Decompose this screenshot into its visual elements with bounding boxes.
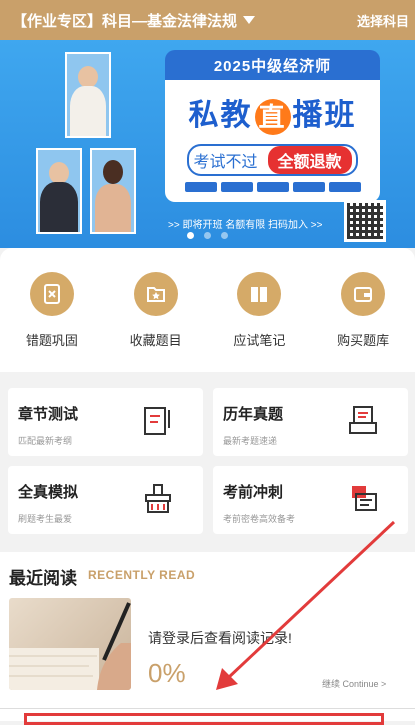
practice-cards: 章节测试 匹配最新考纲 历年真题 最新考题速递 全真模拟 刷题考生最爱 考前冲刺… (8, 388, 408, 534)
carousel-dot[interactable] (187, 232, 194, 239)
teacher-photo (90, 148, 136, 234)
promo-banner[interactable]: 2025中级经济师 私教直播班 考试不过 全额退款 >> 即将开班 名额有限 扫… (0, 40, 415, 248)
carousel-dot[interactable] (221, 232, 228, 239)
wrong-questions-icon (29, 272, 74, 316)
quick-action-buy[interactable]: 购买题库 (318, 272, 408, 349)
teacher-photo (36, 148, 82, 234)
select-subject-button[interactable]: 选择科目 (357, 11, 409, 30)
recent-reading-section: 最近阅读 RECENTLY READ 请登录后查看阅读记录! 0% 继续 Con… (0, 552, 415, 708)
quick-action-label: 购买题库 (337, 333, 390, 348)
promo-year-title: 2025中级经济师 (165, 50, 380, 80)
teacher-photo (65, 52, 111, 138)
mock-exam-icon (145, 484, 171, 513)
qr-code-icon (344, 200, 386, 242)
recent-title-en: RECENTLY READ (88, 568, 196, 582)
quick-action-label: 收藏题目 (129, 333, 182, 348)
refund-pill: 考试不过 全额退款 (187, 144, 358, 176)
card-chapter-test[interactable]: 章节测试 匹配最新考纲 (8, 388, 203, 456)
card-subtitle: 刷题考生最爱 (18, 514, 73, 524)
quick-action-label: 应试笔记 (233, 333, 286, 348)
card-title: 全真模拟 (18, 484, 79, 501)
reading-progress: 0% (148, 658, 186, 688)
highlight-box (24, 713, 384, 725)
feature-tags (173, 182, 372, 192)
carousel-dots[interactable] (187, 232, 228, 239)
wallet-icon (341, 272, 386, 316)
card-title: 章节测试 (18, 406, 79, 423)
card-title: 历年真题 (223, 406, 284, 423)
card-past-papers[interactable]: 历年真题 最新考题速递 (213, 388, 408, 456)
card-mock-exam[interactable]: 全真模拟 刷题考生最爱 (8, 466, 203, 534)
card-subtitle: 最新考题速递 (223, 436, 278, 446)
quick-action-label: 错题巩固 (25, 333, 78, 348)
sprint-icon (352, 486, 377, 511)
card-title: 考前冲刺 (223, 484, 284, 501)
subject-selector[interactable]: 【作业专区】科目—基金法律法规 (12, 10, 256, 31)
login-prompt[interactable]: 请登录后查看阅读记录! (148, 628, 292, 648)
continue-link[interactable]: 继续 Continue > (322, 677, 386, 690)
quick-actions: 错题巩固 收藏题目 应试笔记 购买题库 (0, 248, 415, 372)
card-sprint[interactable]: 考前冲刺 考前密卷高效备考 (213, 466, 408, 534)
quick-action-wrong-questions[interactable]: 错题巩固 (7, 272, 97, 349)
favorite-icon (133, 272, 178, 316)
top-bar: 【作业专区】科目—基金法律法规 选择科目 (0, 0, 415, 40)
subject-title: 【作业专区】科目—基金法律法规 (12, 12, 238, 30)
promo-text: >> 即将开班 名额有限 扫码加入 >> (168, 220, 323, 231)
carousel-dot[interactable] (204, 232, 211, 239)
quick-action-favorites[interactable]: 收藏题目 (111, 272, 201, 349)
recent-title: 最近阅读 (9, 569, 77, 588)
dropdown-caret-icon (243, 16, 256, 24)
card-subtitle: 匹配最新考纲 (18, 436, 73, 446)
past-papers-icon (349, 406, 377, 434)
promo-headline: 私教直播班 (165, 90, 380, 136)
chapter-test-icon (144, 407, 170, 435)
quick-action-notes[interactable]: 应试笔记 (214, 272, 304, 349)
reading-thumbnail[interactable] (9, 598, 131, 690)
card-subtitle: 考前密卷高效备考 (223, 514, 296, 524)
promo-panel: 2025中级经济师 私教直播班 考试不过 全额退款 (165, 50, 380, 202)
notes-icon (237, 272, 282, 316)
